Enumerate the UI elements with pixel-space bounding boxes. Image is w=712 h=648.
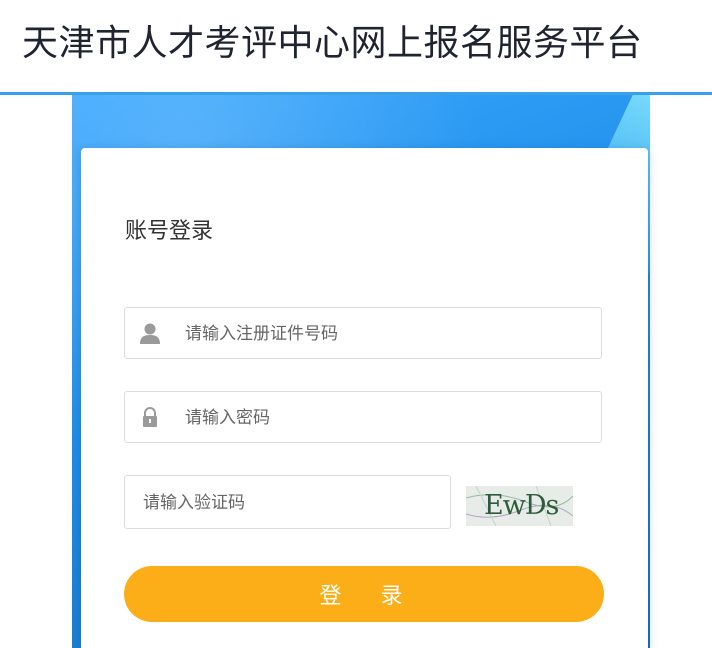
id-number-field xyxy=(124,307,602,360)
captcha-code: EwDs xyxy=(484,490,559,521)
site-header: 天津市人才考评中心网上报名服务平台 xyxy=(0,0,712,92)
lock-icon xyxy=(143,407,157,427)
captcha-field xyxy=(124,475,451,530)
login-button[interactable]: 登 录 xyxy=(124,566,604,622)
id-number-input[interactable] xyxy=(183,308,587,360)
login-title: 账号登录 xyxy=(125,219,214,244)
captcha-image[interactable]: EwDs xyxy=(466,486,573,526)
captcha-input[interactable] xyxy=(141,476,445,530)
login-card: 账号登录 EwDs 登 录 xyxy=(81,148,648,648)
password-field xyxy=(124,391,602,444)
user-icon xyxy=(140,323,160,344)
password-input[interactable] xyxy=(183,392,587,444)
site-title: 天津市人才考评中心网上报名服务平台 xyxy=(22,23,643,64)
